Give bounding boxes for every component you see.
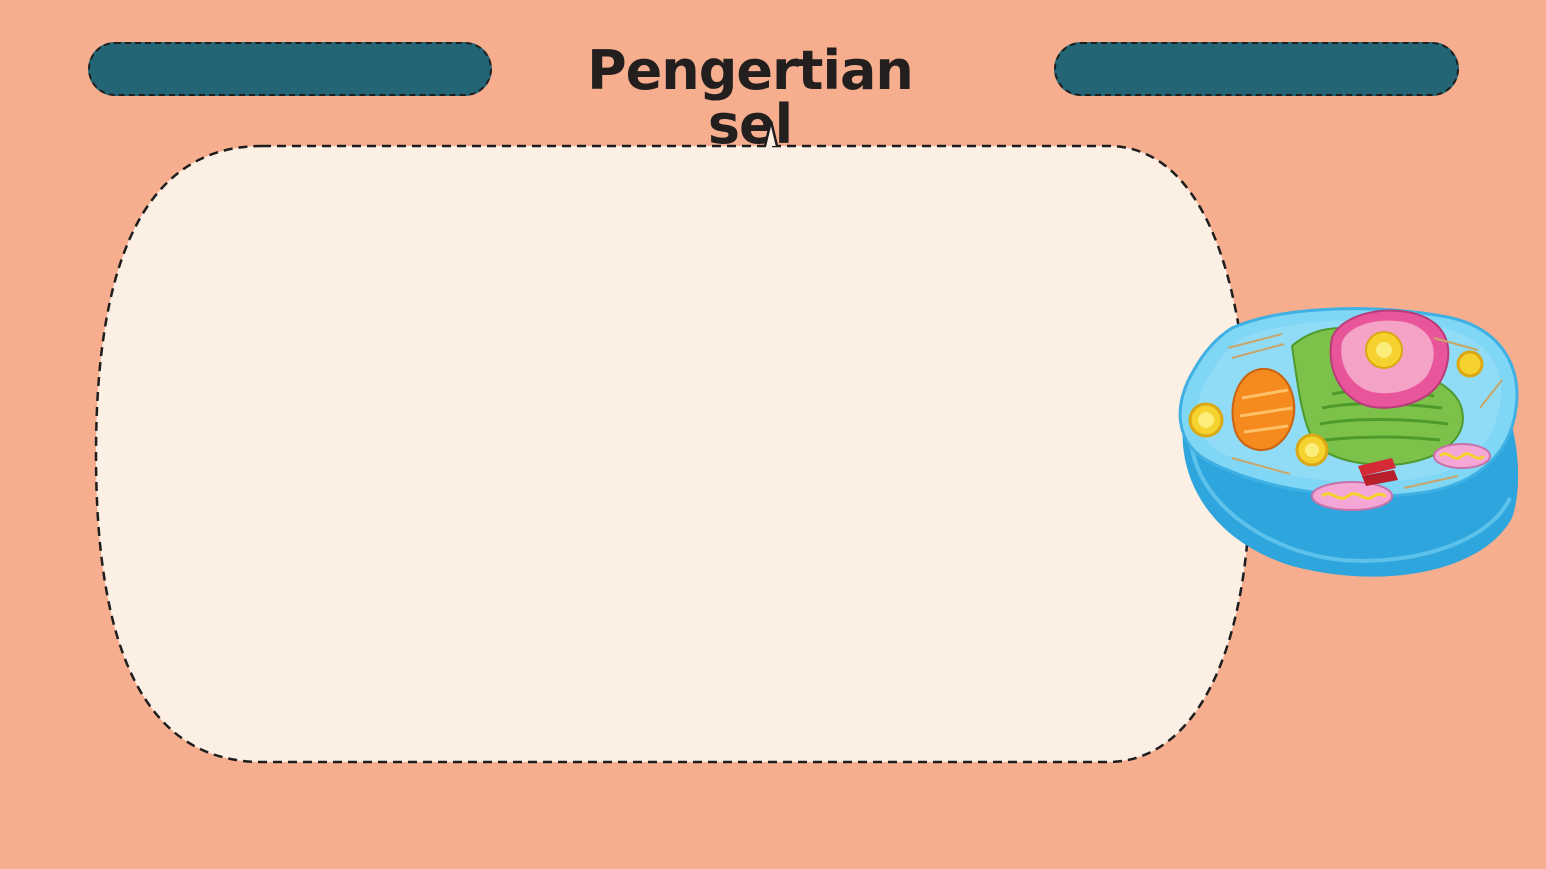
slide: Pengertian sel xyxy=(0,0,1546,869)
title-pointer xyxy=(763,120,779,147)
content-panel-shape xyxy=(94,144,1252,764)
animal-cell-icon xyxy=(1178,307,1519,577)
